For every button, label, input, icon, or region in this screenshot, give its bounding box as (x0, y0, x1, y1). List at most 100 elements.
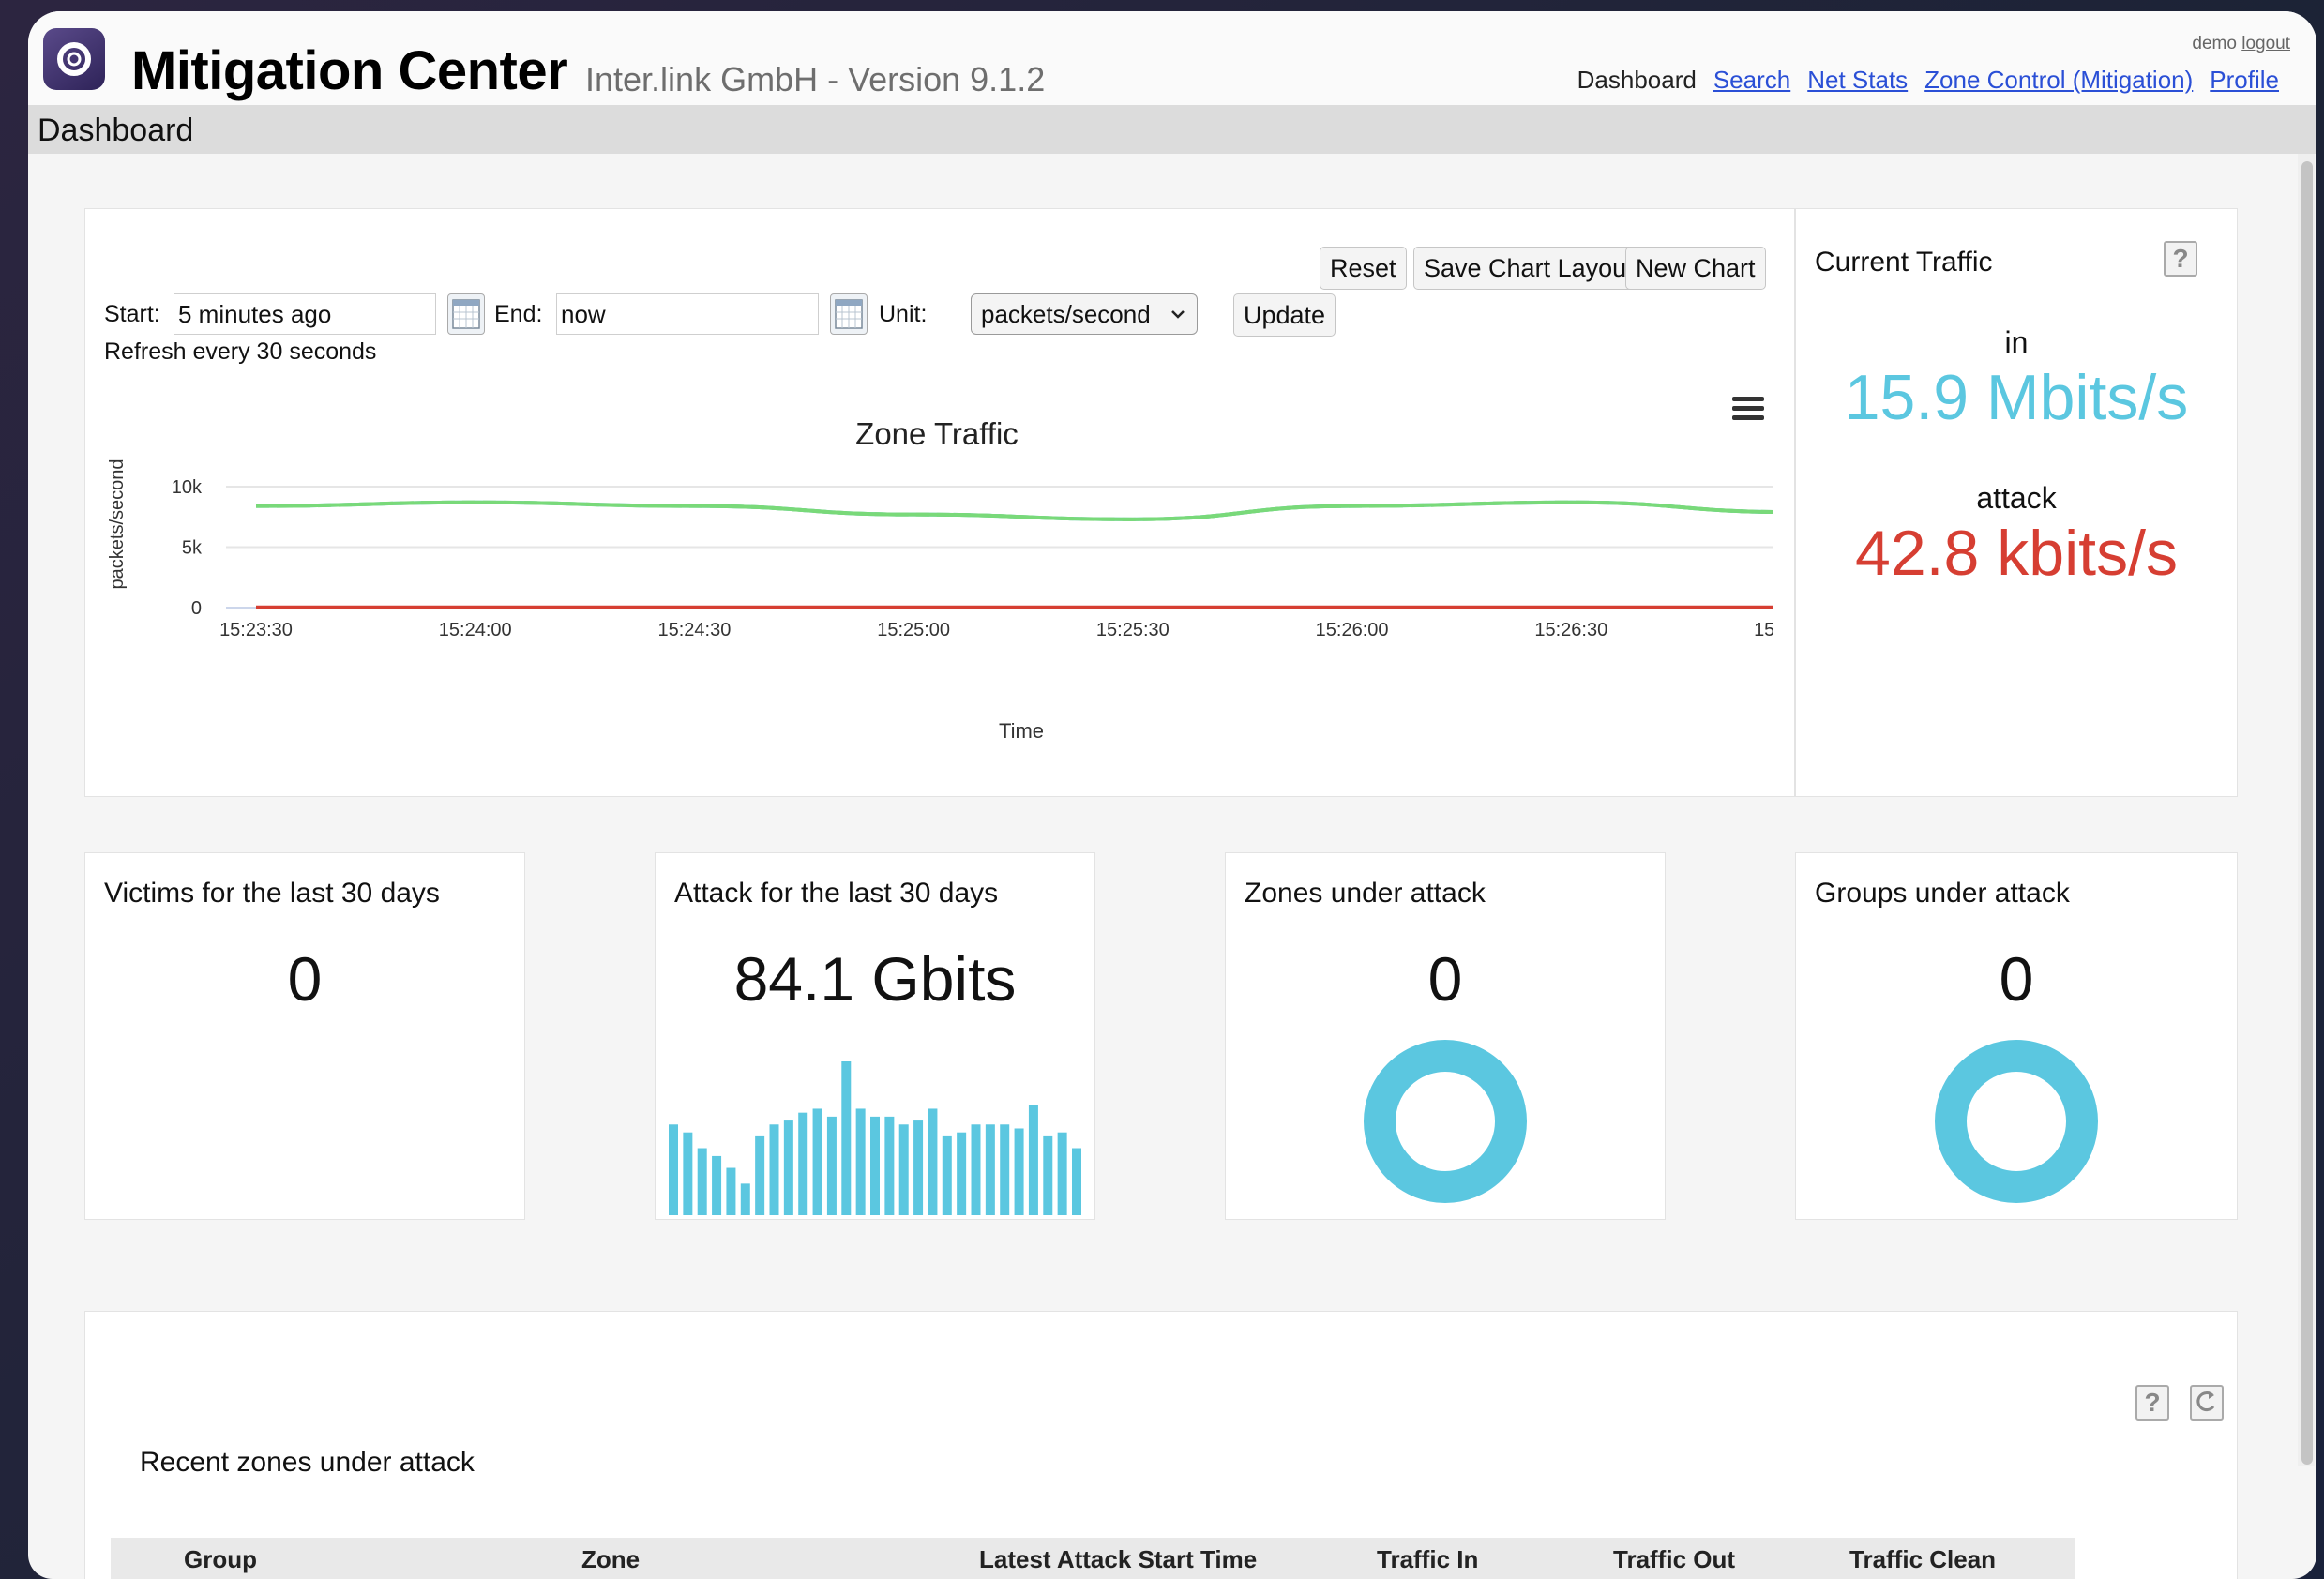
stat-value: 0 (1999, 944, 2034, 1014)
current-attack-value: 42.8 kbits/s (1855, 518, 2178, 589)
legend-item-in[interactable]: In (562, 785, 618, 787)
sparkline-bar (841, 1061, 852, 1215)
reset-button[interactable]: Reset (1320, 247, 1407, 290)
app-logo[interactable] (43, 28, 105, 90)
column-header[interactable]: Zone (581, 1545, 640, 1574)
column-header[interactable]: Latest Attack Start Time (979, 1545, 1257, 1574)
stat-value: 0 (287, 944, 323, 1014)
x-tick-label: 15:25:30 (1096, 620, 1170, 640)
sparkline-bar (755, 1135, 765, 1215)
stat-card-zones: Zones under attack 0 (1225, 852, 1666, 1220)
series-line-out[interactable] (255, 500, 1773, 521)
recent-zones-table-header: Group Zone Latest Attack Start Time Traf… (111, 1538, 2075, 1579)
nav-search[interactable]: Search (1713, 66, 1790, 95)
end-calendar-icon[interactable] (830, 293, 868, 335)
sparkline-bar (928, 1108, 938, 1215)
recent-zones-title: Recent zones under attack (140, 1447, 475, 1478)
legend-label: Attack (945, 785, 1009, 787)
nav-profile[interactable]: Profile (2210, 66, 2279, 95)
unit-select-value: packets/second (981, 300, 1151, 328)
stat-title: Attack for the last 30 days (674, 878, 999, 909)
nav-net-stats[interactable]: Net Stats (1807, 66, 1908, 95)
sparkline-bar (884, 1116, 895, 1215)
sparkline-bar (971, 1124, 981, 1215)
sparkline-bar (898, 1124, 909, 1215)
sparkline-bar (712, 1155, 722, 1215)
scrollbar-thumb[interactable] (2301, 161, 2313, 1465)
stat-title: Groups under attack (1815, 878, 2070, 909)
sparkline-bar (942, 1135, 952, 1215)
chart-title: Zone Traffic (855, 416, 1019, 451)
sparkline-bar (769, 1124, 779, 1215)
attack-sparkline (669, 1061, 1081, 1215)
legend-label: In (599, 785, 618, 787)
top-nav: Dashboard Search Net Stats Zone Control … (1577, 66, 2279, 95)
app-subtitle: Inter.link GmbH - Version 9.1.2 (585, 60, 1046, 98)
app-title: Mitigation Center (131, 40, 568, 101)
legend-label: Clean (697, 785, 753, 787)
sparkline-bar (783, 1120, 793, 1215)
legend-item-clean[interactable]: Clean (659, 785, 753, 787)
sparkline-bar (740, 1183, 750, 1215)
current-attack-label: attack (1976, 481, 2057, 515)
breadcrumb-label: Dashboard (38, 113, 194, 148)
y-tick-label: 5k (182, 538, 203, 559)
calendar-grid (835, 299, 863, 329)
sparkline-bar (1014, 1128, 1024, 1215)
stat-title: Zones under attack (1245, 878, 1486, 909)
legend-label: Out (831, 785, 868, 787)
sparkline-bar (855, 1108, 866, 1215)
start-label: Start: (104, 301, 160, 327)
y-axis-label: packets/second (107, 459, 128, 590)
app-header: Mitigation Center Inter.link GmbH - Vers… (28, 11, 2316, 105)
new-chart-button[interactable]: New Chart (1625, 247, 1766, 290)
sparkline-bar (1057, 1132, 1067, 1215)
y-tick-label: 10k (172, 477, 203, 498)
breadcrumb: Dashboard (28, 105, 2316, 154)
stat-title: Victims for the last 30 days (104, 878, 440, 909)
unit-select[interactable]: packets/second (971, 293, 1198, 335)
user-info: demo logout (2192, 34, 2290, 54)
stat-card-victims: Victims for the last 30 days 0 (84, 852, 525, 1220)
sparkline-bar (1028, 1105, 1038, 1215)
x-tick-label: 15:24:00 (439, 620, 512, 640)
legend-item-monitored[interactable]: Monitored (1050, 785, 1187, 787)
update-button[interactable]: Update (1233, 293, 1336, 337)
legend-label: Dropped (1266, 785, 1351, 787)
save-chart-layout-button[interactable]: Save Chart Layout (1413, 247, 1644, 290)
refresh-icon[interactable] (2190, 1385, 2224, 1421)
chevron-down-icon (1171, 310, 1185, 319)
stat-value: 0 (1427, 944, 1463, 1014)
sparkline-bar (913, 1120, 924, 1215)
stat-card-attack: Attack for the last 30 days 84.1 Gbits (655, 852, 1095, 1220)
zone-traffic-panel: Reset Save Chart Layout New Chart Start:… (84, 208, 1795, 797)
column-header[interactable]: Traffic Out (1613, 1545, 1735, 1574)
help-icon[interactable]: ? (2135, 1385, 2169, 1421)
column-header[interactable]: Traffic Clean (1849, 1545, 1996, 1574)
x-tick-label: 15:26:00 (1316, 620, 1389, 640)
nav-dashboard: Dashboard (1577, 66, 1697, 94)
start-input[interactable]: 5 minutes ago (174, 293, 436, 335)
zone-traffic-chart: Zone Traffic 0 5k 10k 15:23:30 15:24:00 15:2… (107, 416, 1773, 787)
x-tick-label: 15:27:00 (1754, 620, 1773, 640)
end-input[interactable]: now (556, 293, 819, 335)
legend-item-attack[interactable]: Attack (908, 785, 1009, 787)
logout-link[interactable]: logout (2241, 34, 2290, 53)
legend-item-out[interactable]: Out (793, 785, 868, 787)
sparkline-bar (985, 1124, 995, 1215)
sparkline-bar (957, 1132, 967, 1215)
column-header[interactable]: Group (184, 1545, 257, 1574)
sparkline-bar (683, 1132, 693, 1215)
help-icon[interactable]: ? (2164, 241, 2197, 277)
x-tick-label: 15:23:30 (219, 620, 293, 640)
legend-item-dropped[interactable]: Dropped (1229, 785, 1351, 787)
start-calendar-icon[interactable] (447, 293, 485, 335)
column-header[interactable]: Traffic In (1377, 1545, 1478, 1574)
nav-zone-control[interactable]: Zone Control (Mitigation) (1924, 66, 2193, 95)
sparkline-bar (669, 1124, 678, 1215)
sparkline-bar (870, 1116, 880, 1215)
sparkline-bar (1072, 1148, 1081, 1215)
refresh-arrow (2196, 1391, 2215, 1411)
end-label: End: (494, 301, 543, 327)
sparkline-bar (1000, 1124, 1010, 1215)
